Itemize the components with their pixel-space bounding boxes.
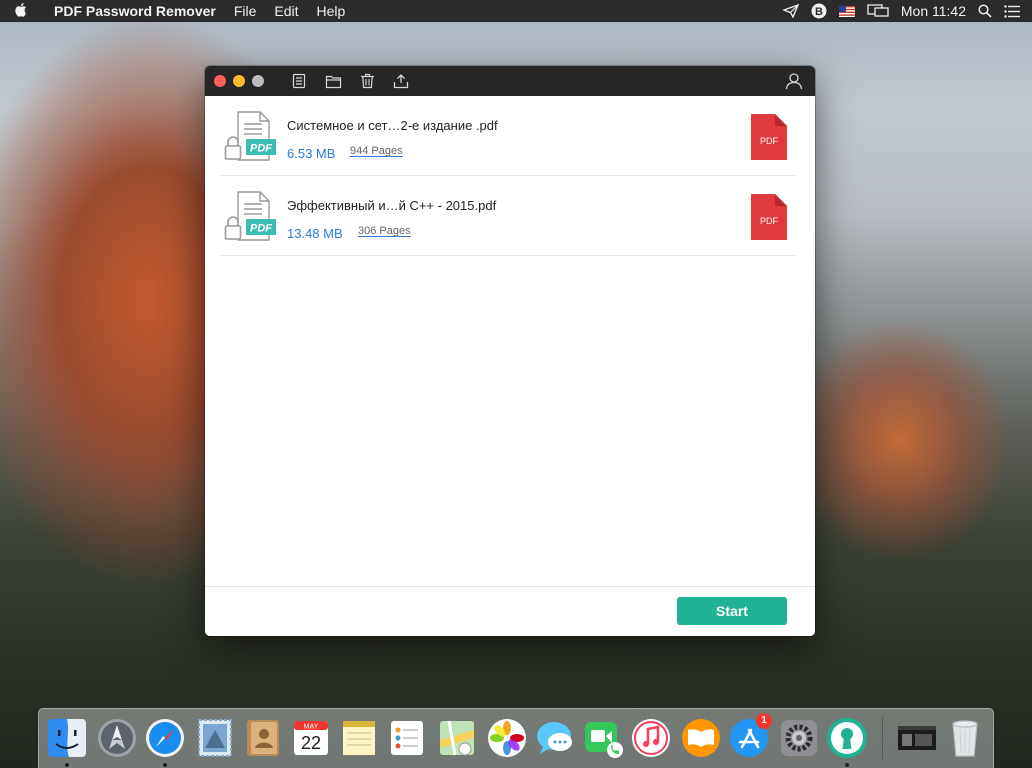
pdf-password-remover-running-indicator: [845, 763, 849, 767]
locked-pdf-file-icon: PDF: [224, 191, 276, 241]
thumbnail-label: PDF: [250, 223, 272, 235]
pdf-badge-label: PDF: [760, 136, 779, 146]
paper-plane-status-icon[interactable]: [782, 0, 799, 22]
minimize-window-button[interactable]: [233, 75, 245, 87]
add-folder-button[interactable]: [324, 72, 342, 90]
dock: MAY 22 1: [38, 708, 994, 768]
window-footer: Start: [205, 586, 815, 636]
trash-icon: [360, 73, 374, 89]
add-file-button[interactable]: [290, 72, 308, 90]
finder-icon[interactable]: [45, 716, 89, 760]
us-flag-input-icon[interactable]: [838, 0, 855, 22]
notes-icon[interactable]: [337, 716, 381, 760]
folder-icon: [325, 75, 341, 88]
page-count-link[interactable]: 306 Pages: [358, 225, 411, 237]
b-circle-status-icon[interactable]: B: [811, 0, 827, 22]
app-window: PDF Системное и сет…2-е издание .pdf 6.5…: [205, 66, 815, 636]
display-mirroring-icon[interactable]: [867, 0, 889, 22]
menubar-clock[interactable]: Mon 11:42: [901, 3, 966, 19]
apple-menu-icon[interactable]: [0, 2, 40, 21]
reminders-icon[interactable]: [385, 716, 429, 760]
messages-icon[interactable]: [533, 716, 577, 760]
page-count-link[interactable]: 944 Pages: [350, 145, 403, 157]
photos-icon[interactable]: [485, 716, 529, 760]
minimized-window-thumbnail-icon[interactable]: [895, 716, 939, 760]
user-icon: [785, 73, 803, 90]
trash-icon[interactable]: [943, 716, 987, 760]
file-size: 13.48 MB: [287, 226, 343, 241]
zoom-window-button[interactable]: [252, 75, 264, 87]
calendar-month: MAY: [304, 724, 319, 731]
document-list-icon: [292, 73, 306, 89]
locked-pdf-file-icon: PDF: [224, 111, 276, 161]
menu-edit[interactable]: Edit: [265, 0, 307, 22]
menu-file[interactable]: File: [225, 0, 266, 22]
system-preferences-icon[interactable]: [777, 716, 821, 760]
svg-text:B: B: [815, 6, 823, 18]
maps-icon[interactable]: [435, 716, 479, 760]
pdf-badge-label: PDF: [760, 216, 779, 226]
file-list: PDF Системное и сет…2-е издание .pdf 6.5…: [221, 96, 797, 256]
account-button[interactable]: [785, 72, 803, 90]
app-store-update-badge: 1: [756, 713, 772, 729]
app-menu[interactable]: PDF Password Remover: [40, 0, 225, 22]
facetime-icon[interactable]: [581, 716, 625, 760]
calendar-day: 22: [301, 733, 321, 753]
list-item[interactable]: PDF Системное и сет…2-е издание .pdf 6.5…: [221, 96, 797, 176]
upload-icon: [393, 74, 409, 89]
safari-icon[interactable]: [143, 716, 187, 760]
close-window-button[interactable]: [214, 75, 226, 87]
launchpad-icon[interactable]: [95, 716, 139, 760]
notification-center-icon[interactable]: [1004, 0, 1020, 22]
thumbnail-label: PDF: [250, 143, 272, 155]
menu-bar: PDF Password Remover File Edit Help B Mo…: [0, 0, 1032, 22]
file-name: Эффективный и…й C++ - 2015.pdf: [287, 198, 497, 213]
pdf-output-icon: PDF: [751, 114, 787, 160]
spotlight-search-icon[interactable]: [978, 0, 992, 22]
list-item[interactable]: PDF Эффективный и…й C++ - 2015.pdf 13.48…: [221, 176, 797, 256]
calendar-icon[interactable]: MAY 22: [289, 716, 333, 760]
mail-stamp-icon[interactable]: [193, 716, 237, 760]
itunes-icon[interactable]: [629, 716, 673, 760]
pdf-password-remover-dock-icon[interactable]: [825, 716, 869, 760]
menu-help[interactable]: Help: [308, 0, 355, 22]
start-button[interactable]: Start: [677, 597, 787, 625]
contacts-icon[interactable]: [241, 716, 285, 760]
finder-running-indicator: [65, 763, 69, 767]
safari-running-indicator: [163, 763, 167, 767]
file-size: 6.53 MB: [287, 146, 336, 161]
delete-button[interactable]: [358, 72, 376, 90]
dock-separator: [882, 717, 883, 759]
file-name: Системное и сет…2-е издание .pdf: [287, 118, 498, 133]
window-titlebar[interactable]: [205, 66, 815, 96]
ibooks-icon[interactable]: [679, 716, 723, 760]
pdf-output-icon: PDF: [751, 194, 787, 240]
export-button[interactable]: [392, 72, 410, 90]
